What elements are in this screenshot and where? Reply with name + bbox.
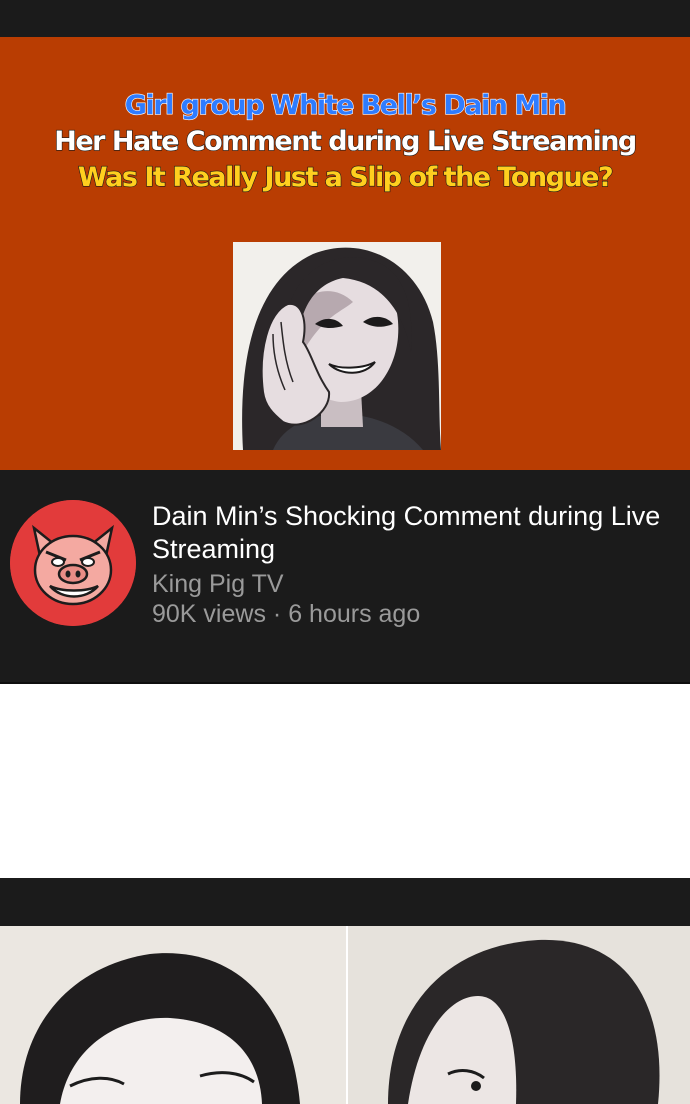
thumbnail-headline: Girl group White Bell’s Dain Min Her Hat…: [0, 88, 690, 196]
headline-line-2: Her Hate Comment during Live Streaming: [54, 125, 638, 157]
pig-face-icon[interactable]: [10, 500, 136, 626]
channel-name[interactable]: King Pig TV: [152, 568, 284, 600]
stats-separator: ·: [272, 600, 282, 628]
blank-gutter: [0, 684, 690, 878]
top-dark-bar: [0, 0, 690, 37]
headline-line-3: Was It Really Just a Slip of the Tongue?: [77, 161, 614, 193]
video-title[interactable]: Dain Min’s Shocking Comment during Live …: [152, 500, 672, 566]
video-stats: 90K views · 6 hours ago: [152, 598, 420, 630]
thumbnail-portrait: [233, 242, 441, 450]
comic-panel-right: [348, 926, 690, 1104]
comic-panel-left: [0, 926, 346, 1104]
bottom-dark-bar: [0, 878, 690, 926]
headline-line-1: Girl group White Bell’s Dain Min: [124, 89, 567, 121]
upload-time: 6 hours ago: [288, 600, 421, 628]
view-count: 90K views: [152, 600, 266, 628]
